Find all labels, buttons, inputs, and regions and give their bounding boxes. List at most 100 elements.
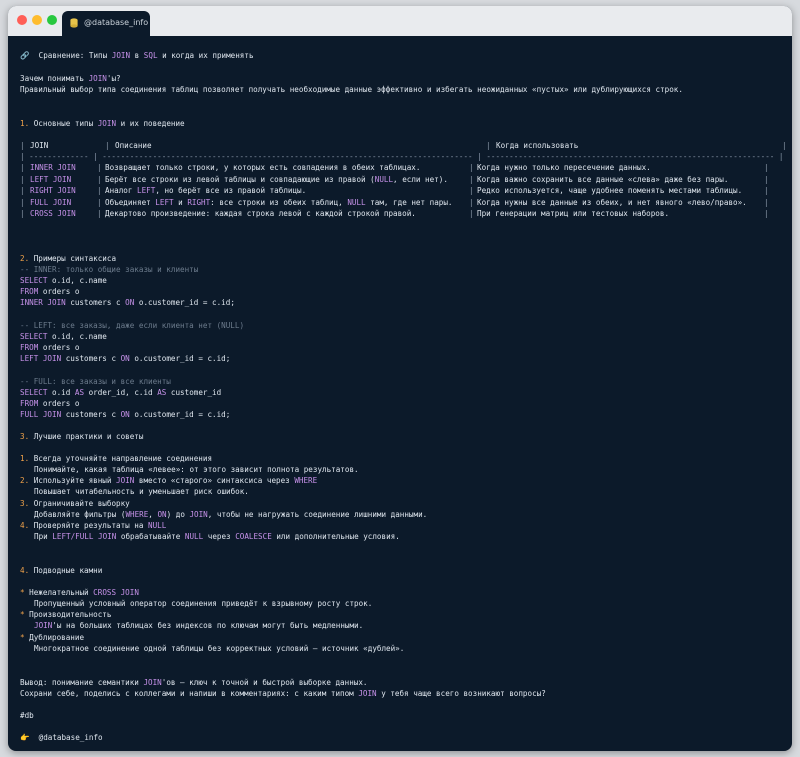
conclusion: Вывод: понимание семантики JOIN'ов — клю… <box>20 678 367 688</box>
cell-separator: | <box>97 186 102 195</box>
pitfall-title: * Дублирование <box>20 633 84 643</box>
sql-segment: FROM <box>20 399 39 408</box>
sql-segment: o.customer_id = c.id; <box>129 410 231 419</box>
description-segment: Декартово произведение: каждая строка ле… <box>105 209 416 218</box>
description-segment: Берёт все строки из левой таблицы и совп… <box>105 174 375 184</box>
pitfall-title-segment: CROSS JOIN <box>93 588 139 597</box>
practice-title: 1. Всегда уточняйте направление соединен… <box>20 454 212 464</box>
sql-segment: orders o <box>38 399 80 408</box>
sql-segment: AS <box>74 388 85 397</box>
sql-comment: -- FULL: все заказы и все клиенты <box>20 377 171 386</box>
cell-separator: | <box>20 209 25 218</box>
description-segment: Аналог <box>105 186 138 195</box>
maximize-window-button[interactable] <box>47 15 57 25</box>
pitfall-text: Пропущенный условный оператор соединения… <box>34 599 372 609</box>
cell-separator: | <box>764 163 769 172</box>
database-icon <box>70 18 78 28</box>
sql-segment: ON <box>120 410 130 419</box>
practice-text-segment: ) до <box>166 509 190 519</box>
col-desc-header: Описание <box>115 141 152 150</box>
tab-database-info[interactable]: @database_info <box>62 11 150 36</box>
sql-segment: orders o <box>38 287 80 296</box>
cell-separator: | <box>97 209 102 218</box>
practice-title-segment: Всегда уточняйте направление соединения <box>33 454 213 463</box>
usage-cell: Когда важно сохранить все данные «слева»… <box>477 174 729 184</box>
section-4-heading: 4. Подводные камни <box>20 566 103 575</box>
usage-cell: Когда нужно только пересечение данных. <box>477 163 651 172</box>
tab-label: @database_info <box>84 18 149 27</box>
pitfall-text: JOIN'ы на больших таблицах без индексов … <box>34 621 363 631</box>
minimize-window-button[interactable] <box>32 15 42 25</box>
description-segment: , но берёт все из правой таблицы. <box>155 186 307 195</box>
section-1-heading: 1. Основные типы JOIN и их поведение <box>20 119 185 128</box>
footer-signature: 👉 @database_info <box>20 733 103 743</box>
sql-segment: o.id, c.name <box>47 276 107 285</box>
description-segment: Возвращает только строки, у которых есть… <box>105 163 421 172</box>
sql-segment: customer_id <box>166 388 222 397</box>
pitfall-text-segment: 'ы на больших таблицах без индексов по к… <box>52 621 364 631</box>
pitfall-title: * Нежелательный CROSS JOIN <box>20 588 139 598</box>
cell-separator: | <box>469 186 474 195</box>
sql-segment: o.id, c.name <box>47 332 107 341</box>
practice-text-segment: WHERE <box>125 509 149 519</box>
practice-text-segment: Понимайте, какая таблица «левее»: от это… <box>34 465 359 474</box>
sql-from-line: FROM orders o <box>20 399 79 409</box>
sql-segment: SELECT <box>20 332 48 341</box>
close-window-button[interactable] <box>17 15 27 25</box>
practice-text-segment: ON <box>157 509 167 519</box>
description-segment: Объединяет <box>105 197 156 207</box>
sql-join-line: FULL JOIN customers c ON o.customer_id =… <box>20 410 230 420</box>
sql-segment: AS <box>157 388 167 397</box>
practice-text-segment: через <box>203 531 236 541</box>
practice-number: 1. <box>20 454 34 463</box>
practice-title-segment: Используйте явный <box>33 476 117 486</box>
title-bar: @database_info <box>8 6 792 36</box>
pitfall-title: * Производительность <box>20 610 111 620</box>
practice-title-segment: NULL <box>148 520 167 530</box>
practice-text-segment: Добавляйте фильтры ( <box>34 509 126 519</box>
description-segment: NULL <box>347 197 366 207</box>
practice-title: 3. Ограничивайте выборку <box>20 499 130 509</box>
pitfall-title-segment: Нежелательный <box>29 588 94 597</box>
practice-text: Добавляйте фильтры (WHERE, ON) до JOIN, … <box>34 510 427 520</box>
practice-text-segment: обрабатывайте <box>116 531 185 541</box>
cell-separator: | <box>469 174 474 184</box>
section-3-heading: 3. Лучшие практики и советы <box>20 432 144 441</box>
hashtag[interactable]: #db <box>20 711 34 721</box>
practice-title-segment: WHERE <box>294 476 318 486</box>
description-segment: LEFT <box>155 197 174 207</box>
description-segment: LEFT <box>137 186 156 195</box>
col-join-header: JOIN <box>30 141 49 150</box>
col-when-header: Когда использовать <box>496 141 579 150</box>
description-cell: Берёт все строки из левой таблицы и совп… <box>105 175 448 185</box>
sql-select-line: SELECT o.id, c.name <box>20 332 107 342</box>
footer-handle[interactable]: @database_info <box>39 733 103 742</box>
description-cell: Возвращает только строки, у которых есть… <box>105 163 420 173</box>
sql-segment: o.customer_id = c.id; <box>129 354 231 363</box>
pitfall-text-segment: Пропущенный условный оператор соединения… <box>34 599 373 608</box>
pitfall-text-segment: JOIN <box>34 621 53 631</box>
sql-segment: customers c <box>61 410 121 419</box>
cell-separator: | <box>764 209 769 218</box>
practice-number: 2. <box>20 476 34 486</box>
practice-title-segment: Ограничивайте выборку <box>33 498 130 508</box>
cell-separator: | <box>97 197 102 207</box>
practice-text-segment: LEFT/FULL JOIN <box>52 531 117 541</box>
cell-separator: | <box>97 174 102 184</box>
practice-title-segment: JOIN <box>116 476 135 486</box>
cell-separator: | <box>469 209 474 218</box>
cell-separator: | <box>469 163 474 172</box>
sql-segment: o.id <box>47 388 75 397</box>
bullet: * <box>20 610 30 620</box>
description-segment: : все строки из обеих таблиц, <box>210 197 348 207</box>
usage-cell: Редко используется, чаще удобнее поменят… <box>477 186 743 195</box>
cell-separator: | <box>20 186 25 195</box>
description-segment: , если нет). <box>393 174 448 184</box>
sql-join-line: LEFT JOIN customers c ON o.customer_id =… <box>20 354 230 364</box>
description-segment: NULL <box>374 174 394 184</box>
join-type-cell: RIGHT JOIN <box>30 186 76 195</box>
sql-segment: customers c <box>65 298 126 307</box>
sql-segment: SELECT <box>20 388 48 397</box>
practice-text-segment: COALESCE <box>235 531 272 541</box>
cell-separator: | <box>469 197 474 207</box>
